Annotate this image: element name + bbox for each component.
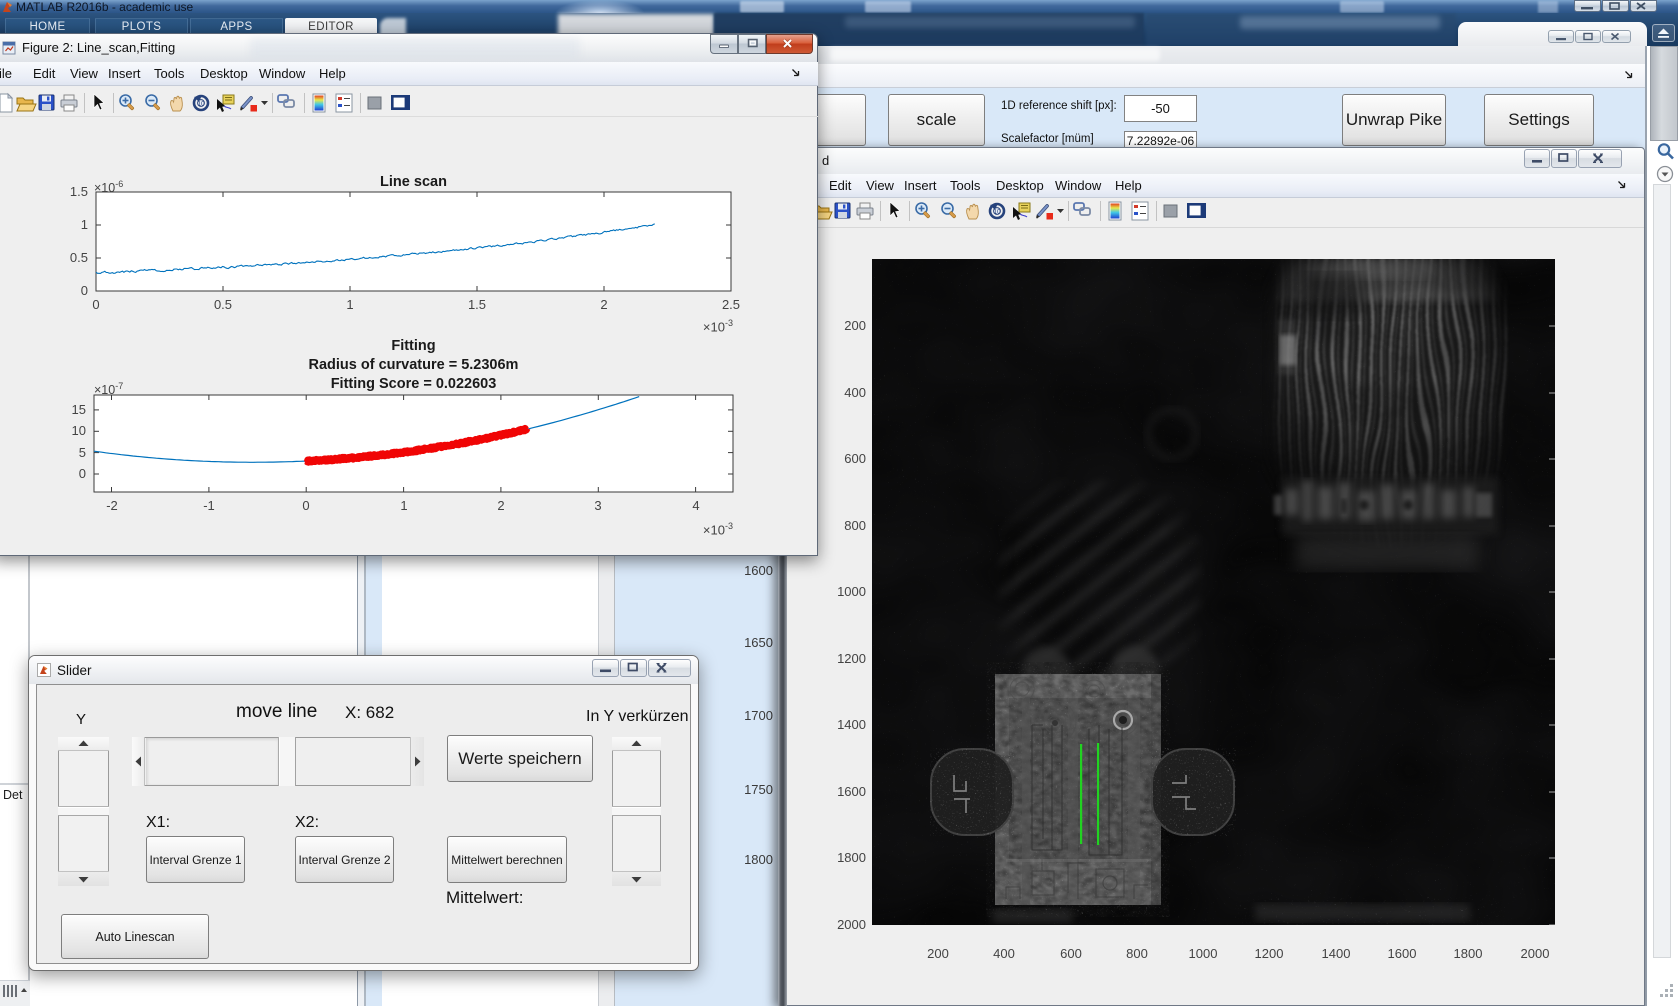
svg-text:10: 10: [993, 209, 1001, 216]
